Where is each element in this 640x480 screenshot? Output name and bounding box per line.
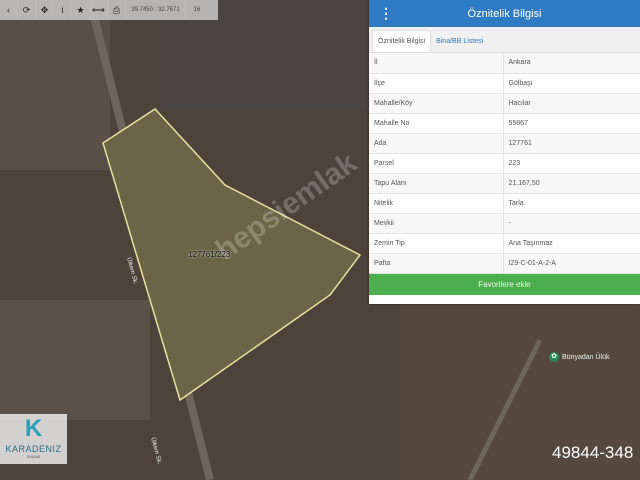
table-row: İl Ankara [369,53,640,74]
measure-icon[interactable]: ⟷ [90,0,108,20]
tab-bar: Öznitelik Bilgisi Bina/BB Listesi [369,27,640,53]
parcel-label: 127761/223 [188,250,231,259]
add-favorite-button[interactable]: Favorilere ekle [369,273,640,295]
attribute-label: Mevkii [369,213,504,234]
star-icon[interactable]: ★ [72,0,90,20]
logo-mark: K [24,415,43,442]
attribute-value: Hacılar [503,93,640,114]
attribute-label: İl [369,53,504,74]
attribute-value: 55867 [503,113,640,134]
listing-number: 49844-348 [552,443,634,462]
move-icon[interactable]: ✥ [36,0,54,20]
attribute-value: I29-C-01-A-2-A [503,253,640,274]
attribute-label: Pafta [369,253,504,274]
attribute-value: - [503,213,640,234]
attribute-panel: ⋮ Öznitelik Bilgisi Öznitelik Bilgisi Bi… [369,0,640,304]
attribute-label: Ada [369,133,504,154]
table-row: Zemin Tip Ana Taşınmaz [369,233,640,254]
table-row: Ada 127761 [369,133,640,154]
attribute-value: 127761 [503,133,640,154]
tab-building-list[interactable]: Bina/BB Listesi [431,31,488,52]
map-toolbar: ‹ ⟳ ✥ i ★ ⟷ ⎙ 39.7450 : 32.7671 16 [0,0,218,20]
coordinate-readout: 39.7450 : 32.7671 [126,0,186,20]
attribute-value: 223 [503,153,640,174]
attribute-value: Ana Taşınmaz [503,233,640,254]
attribute-value: Tarla [503,193,640,214]
attribute-value: Ankara [503,53,640,74]
table-row: Nitelik Tarla [369,193,640,214]
zoom-level: 16 [193,7,201,13]
info-icon[interactable]: i [54,0,72,20]
panel-header: ⋮ Öznitelik Bilgisi [369,0,640,27]
company-logo: K KARADENIZ EMLAK [0,414,67,464]
attribute-label: Mahalle No [369,113,504,134]
logo-text: KARADENIZ [5,444,62,454]
attribute-label: Mahalle/Köy [369,93,504,114]
table-row: Parsel 223 [369,153,640,174]
attribute-label: Tapu Alanı [369,173,504,194]
chevron-icon[interactable]: ‹ [0,0,18,20]
attribute-label: Zemin Tip [369,233,504,254]
panel-title: Öznitelik Bilgisi [467,7,542,20]
table-row: Mahalle No 55867 [369,113,640,134]
table-row: Mevkii - [369,213,640,234]
table-row: Mahalle/Köy Hacılar [369,93,640,114]
poi-label: Bünyadan Ülük [562,353,610,361]
menu-icon[interactable]: ⋮ [379,5,393,21]
poi-icon: ✿ [549,352,559,362]
table-row: Pafta I29-C-01-A-2-A [369,253,640,274]
attribute-value: 21.167,50 [503,173,640,194]
attribute-value: Gölbaşı [503,73,640,94]
tab-attributes[interactable]: Öznitelik Bilgisi [372,30,432,52]
table-row: Tapu Alanı 21.167,50 [369,173,640,194]
poi-marker[interactable]: ✿ Bünyadan Ülük [549,352,609,362]
print-icon[interactable]: ⎙ [108,0,126,20]
attribute-table: İl Ankara İlçe Gölbaşı Mahalle/Köy Hacılar Mah… [369,53,640,274]
attribute-label: Parsel [369,153,504,174]
refresh-icon[interactable]: ⟳ [18,0,36,20]
attribute-label: Nitelik [369,193,504,214]
attribute-label: İlçe [369,73,504,94]
table-row: İlçe Gölbaşı [369,73,640,94]
logo-subtext: EMLAK [26,454,41,459]
